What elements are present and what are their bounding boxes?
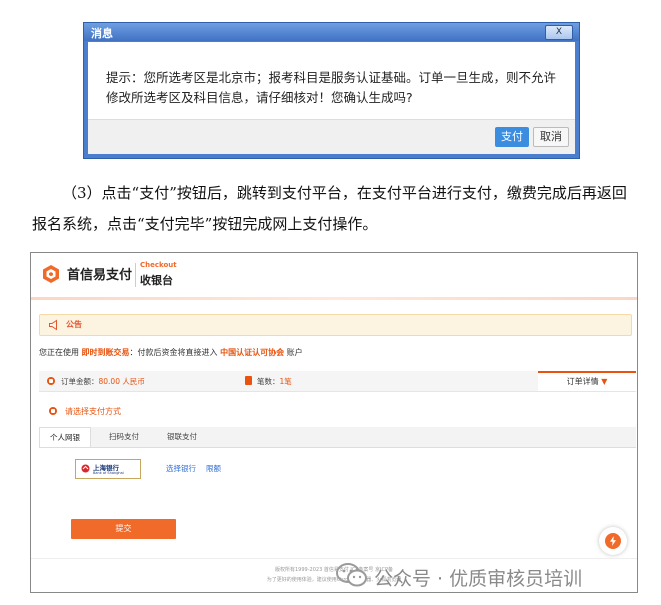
dialog-message: 提示：您所选考区是北京市；报考科目是服务认证基础。订单一旦生成，则不允许修改所选… — [106, 70, 557, 105]
tab-personal-banking[interactable]: 个人网银 — [39, 427, 91, 447]
submit-button[interactable]: 提交 — [71, 519, 176, 539]
brand-logo-icon — [43, 265, 59, 283]
wechat-icon — [336, 563, 367, 587]
watermark-text: 公众号 · 优质审核员培训 — [374, 568, 583, 590]
order-amount: 订单金额：80.00 人民币 — [61, 376, 145, 387]
header-accent-line — [31, 297, 637, 300]
order-amount-value: 80.00 人民币 — [98, 377, 145, 386]
tab-unionpay[interactable]: 银联支付 — [167, 427, 197, 447]
limit-link[interactable]: 限额 — [206, 463, 221, 474]
info-middle: ：付款后资金将直接进入 — [129, 348, 218, 357]
payment-method-icon — [49, 407, 57, 415]
checkout-header: 首信易支付 Checkout 收银台 — [31, 253, 637, 297]
select-bank-link[interactable]: 选择银行 — [166, 463, 196, 474]
document-icon — [245, 376, 252, 385]
choose-method-title: 请选择支付方式 — [65, 407, 121, 416]
checkout-page: 首信易支付 Checkout 收银台 公告 您正在使用 即时到账交易：付款后资金… — [30, 252, 638, 593]
instruction-paragraph: （3）点击“支付”按钮后，跳转到支付平台，在支付平台进行支付，缴费完成后再返回报… — [32, 178, 632, 240]
close-button[interactable]: X — [545, 25, 573, 40]
order-count: 笔数：1笔 — [257, 376, 292, 387]
dialog-footer: 支付 取消 — [88, 119, 575, 154]
dialog-body: 提示：您所选考区是北京市；报考科目是服务认证基础。订单一旦生成，则不允许修改所选… — [88, 42, 575, 154]
dialog-titlebar: 消息 X — [84, 23, 579, 41]
order-count-label: 笔数： — [257, 377, 280, 386]
brand-name: 首信易支付 — [67, 268, 133, 283]
bank-name-en: Bank of Shanghai — [93, 471, 124, 475]
checkout-label-cn: 收银台 — [140, 274, 173, 287]
payment-tabs: 个人网银 扫码支付 银联支付 — [39, 427, 636, 448]
floating-help-button[interactable] — [599, 527, 627, 555]
merchant-info: 您正在使用 即时到账交易：付款后资金将直接进入 中国认证认可协会 账户 — [39, 347, 303, 358]
footer-divider — [31, 558, 637, 559]
header-divider — [135, 263, 136, 287]
order-detail-label: 订单详情 — [566, 377, 599, 386]
amount-icon — [47, 377, 55, 385]
order-count-value: 1笔 — [279, 377, 292, 386]
paragraph-text: （3）点击“支付”按钮后，跳转到支付平台，在支付平台进行支付，缴费完成后再返回报… — [32, 184, 627, 233]
dialog-title: 消息 — [91, 27, 113, 40]
cancel-button[interactable]: 取消 — [533, 127, 569, 147]
info-suffix: 账户 — [286, 348, 303, 357]
bank-option-shanghai[interactable]: 上海银行 Bank of Shanghai — [75, 459, 141, 479]
megaphone-icon — [49, 319, 57, 331]
pay-button[interactable]: 支付 — [495, 127, 529, 147]
confirm-dialog: 消息 X 提示：您所选考区是北京市；报考科目是服务认证基础。订单一旦生成，则不允… — [83, 22, 580, 159]
bank-logo-icon — [81, 464, 90, 473]
order-summary-bar: 订单金额：80.00 人民币 笔数：1笔 订单详情 ▼ — [39, 371, 636, 392]
checkout-label-en: Checkout — [140, 261, 177, 269]
merchant-name: 中国认证认可协会 — [220, 348, 285, 357]
order-detail-toggle[interactable]: 订单详情 ▼ — [538, 371, 636, 391]
info-prefix: 您正在使用 — [39, 348, 79, 357]
order-amount-label: 订单金额： — [61, 377, 99, 386]
service-type: 即时到账交易 — [81, 348, 130, 357]
caret-down-icon: ▼ — [601, 377, 608, 386]
shield-icon — [605, 533, 621, 549]
notice-label: 公告 — [66, 320, 82, 329]
notice-bar: 公告 — [39, 314, 632, 336]
tab-qr-pay[interactable]: 扫码支付 — [109, 427, 139, 447]
